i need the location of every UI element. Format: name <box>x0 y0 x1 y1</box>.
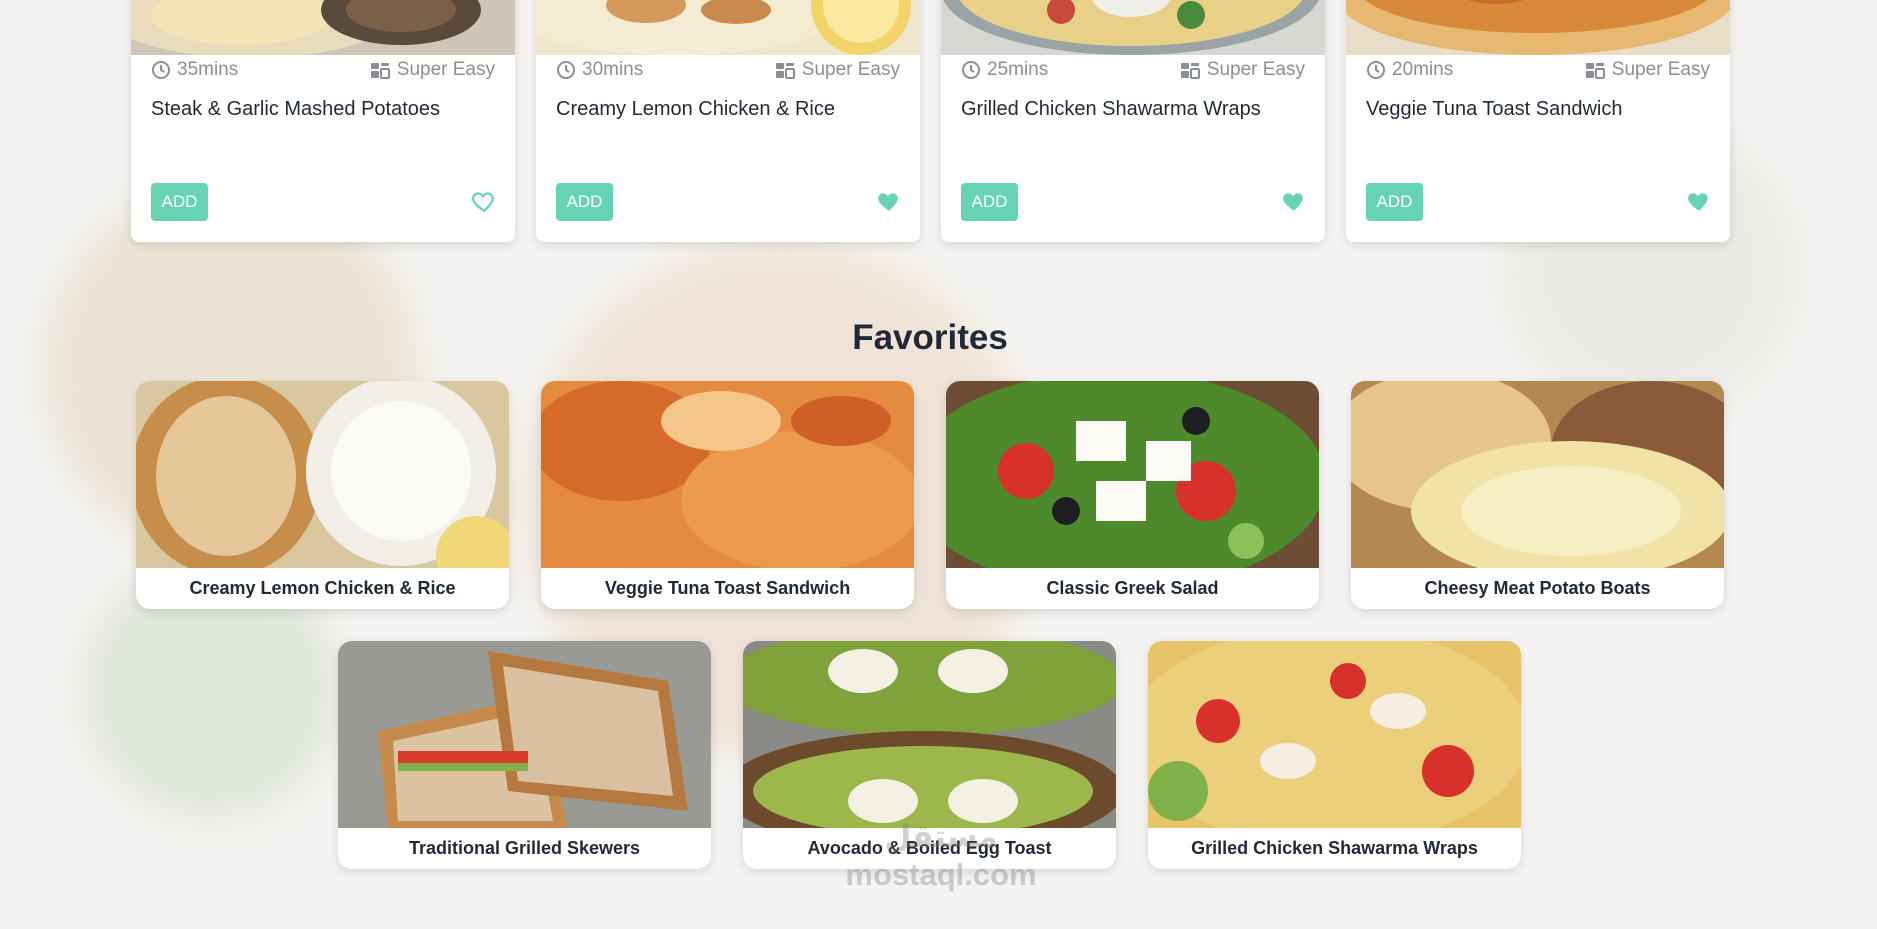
favorite-card[interactable]: Grilled Chicken Shawarma Wraps <box>1148 641 1521 869</box>
favorite-photo <box>743 641 1116 828</box>
difficulty-label: Super Easy <box>1206 59 1305 80</box>
difficulty: Super Easy <box>1179 59 1305 81</box>
recipe-card[interactable]: 20mins Super Easy Veggie Tuna Toast Sand… <box>1346 0 1730 242</box>
heart-filled-icon[interactable] <box>1686 188 1712 214</box>
add-button[interactable]: ADD <box>151 183 208 221</box>
prep-time-label: 30mins <box>582 59 644 80</box>
favorite-photo <box>338 641 711 828</box>
favorite-title: Cheesy Meat Potato Boats <box>1424 578 1651 598</box>
favorite-card[interactable]: Cheesy Meat Potato Boats <box>1351 381 1724 609</box>
recipe-photo <box>941 0 1325 55</box>
cooking-pot-icon <box>775 63 795 79</box>
favorite-photo <box>1351 381 1724 568</box>
favorite-photo <box>1148 641 1521 828</box>
favorite-title: Traditional Grilled Skewers <box>408 838 641 858</box>
watermark-url: mostaql.com <box>845 857 1037 892</box>
watermark-arabic: مستقل <box>884 819 998 854</box>
favorite-card[interactable]: Traditional Grilled Skewers <box>338 641 711 869</box>
recipe-photo <box>536 0 920 55</box>
add-button[interactable]: ADD <box>1366 183 1423 221</box>
prep-time: 30mins <box>556 59 643 81</box>
clock-icon <box>1367 61 1385 79</box>
favorite-title: Classic Greek Salad <box>1046 578 1219 598</box>
difficulty-label: Super Easy <box>396 59 495 80</box>
difficulty-label: Super Easy <box>1611 59 1710 80</box>
clock-icon <box>152 61 170 79</box>
favorites-heading: Favorites <box>852 318 1008 357</box>
recipe-title: Steak & Garlic Mashed Potatoes <box>151 98 441 120</box>
difficulty: Super Easy <box>774 59 900 81</box>
difficulty-label: Super Easy <box>801 59 900 80</box>
recipe-card[interactable]: 30mins Super Easy Creamy Lemon Chicken &… <box>536 0 920 242</box>
favorite-title: Grilled Chicken Shawarma Wraps <box>1191 838 1478 858</box>
recipe-cards-row: 35mins Super Easy Steak & Garlic Mashed … <box>0 0 1877 245</box>
recipe-card[interactable]: 25mins Super Easy Grilled Chicken Shawar… <box>941 0 1325 242</box>
heart-filled-icon[interactable] <box>1281 188 1307 214</box>
add-button[interactable]: ADD <box>961 183 1018 221</box>
heart-outline-icon[interactable] <box>471 188 497 214</box>
recipe-card[interactable]: 35mins Super Easy Steak & Garlic Mashed … <box>131 0 515 242</box>
prep-time: 20mins <box>1366 59 1453 81</box>
recipe-photo <box>1346 0 1730 55</box>
favorite-title: Veggie Tuna Toast Sandwich <box>604 578 851 598</box>
add-button[interactable]: ADD <box>556 183 613 221</box>
recipe-photo <box>131 0 515 55</box>
prep-time-label: 20mins <box>1392 59 1454 80</box>
cooking-pot-icon <box>1180 63 1200 79</box>
favorite-card[interactable]: Creamy Lemon Chicken & Rice <box>136 381 509 609</box>
recipe-title: Creamy Lemon Chicken & Rice <box>556 98 835 120</box>
favorite-photo <box>136 381 509 568</box>
favorite-card[interactable]: Veggie Tuna Toast Sandwich <box>541 381 914 609</box>
heart-filled-icon[interactable] <box>876 188 902 214</box>
cooking-pot-icon <box>370 63 390 79</box>
prep-time-label: 25mins <box>987 59 1049 80</box>
prep-time: 25mins <box>961 59 1048 81</box>
clock-icon <box>557 61 575 79</box>
clock-icon <box>962 61 980 79</box>
watermark: مستقل mostaql.com <box>826 818 1056 894</box>
recipe-title: Grilled Chicken Shawarma Wraps <box>961 98 1261 120</box>
favorite-title: Creamy Lemon Chicken & Rice <box>189 578 456 598</box>
prep-time-label: 35mins <box>177 59 239 80</box>
favorite-card[interactable]: Classic Greek Salad <box>946 381 1319 609</box>
recipe-title: Veggie Tuna Toast Sandwich <box>1366 98 1623 120</box>
difficulty: Super Easy <box>1584 59 1710 81</box>
difficulty: Super Easy <box>369 59 495 81</box>
prep-time: 35mins <box>151 59 238 81</box>
favorite-photo <box>946 381 1319 568</box>
cooking-pot-icon <box>1585 63 1605 79</box>
favorite-photo <box>541 381 914 568</box>
